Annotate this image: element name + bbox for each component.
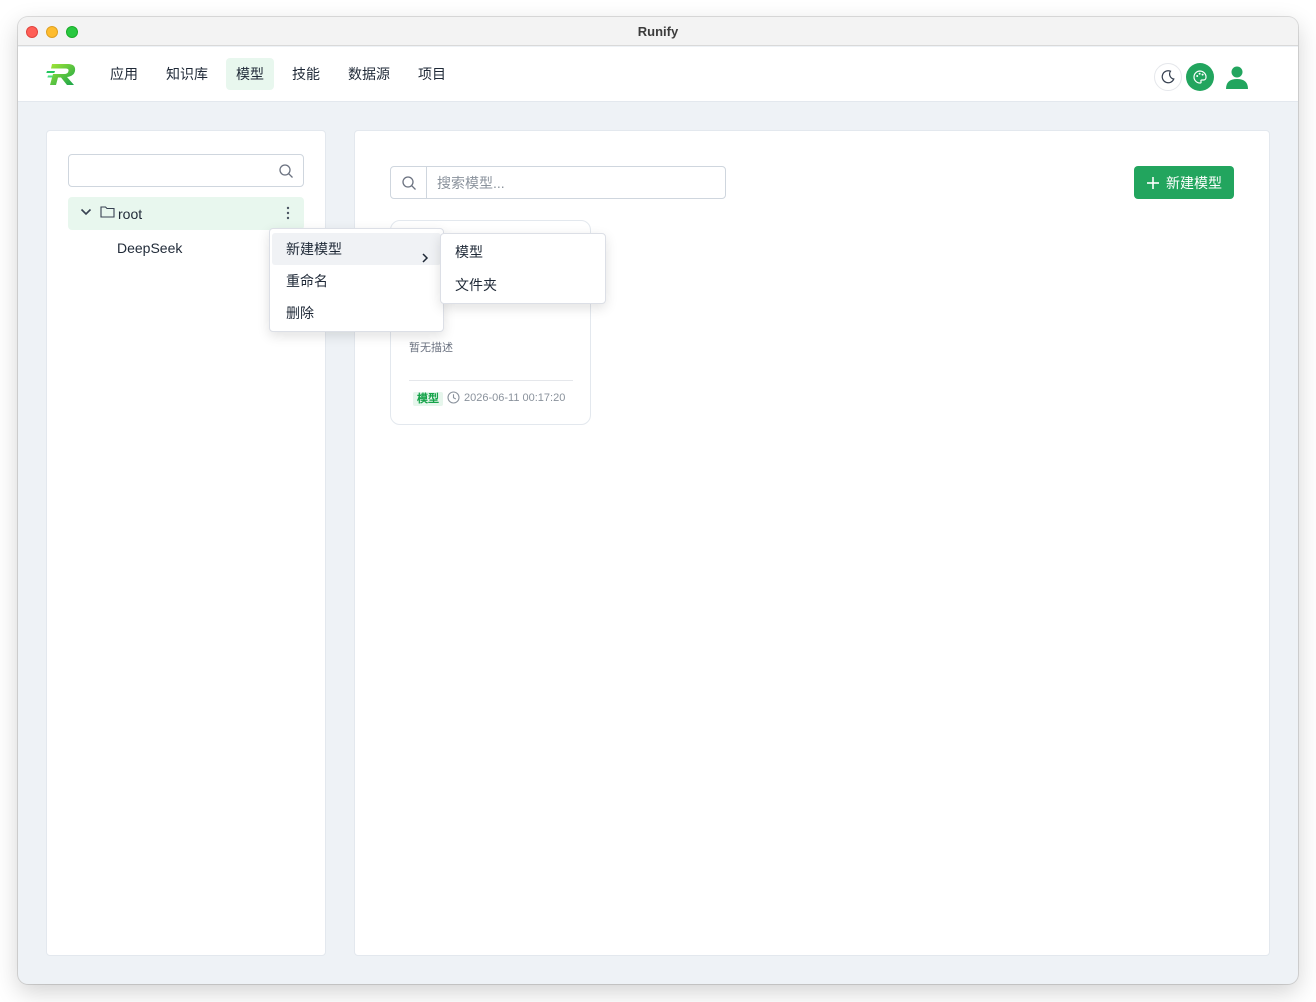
user-menu-button[interactable]: [1220, 60, 1254, 94]
submenu-item-model[interactable]: 模型: [441, 236, 605, 269]
new-model-button[interactable]: 新建模型: [1134, 166, 1234, 199]
folder-icon: [100, 205, 115, 223]
app-window: Runify 应用 知识库 模型 技能 数据源 项目 root DeepSeek…: [18, 17, 1298, 984]
tree-node-label: root: [118, 205, 143, 222]
window-controls: [26, 26, 78, 38]
search-icon: [278, 163, 294, 184]
menu-item-rename[interactable]: 重命名: [272, 265, 441, 297]
menu-item-new-model[interactable]: 新建模型: [272, 233, 441, 265]
new-model-button-label: 新建模型: [1166, 174, 1222, 191]
clock-icon: [447, 391, 460, 404]
main-nav: 应用 知识库 模型 技能 数据源 项目: [100, 58, 464, 90]
model-card-description: 暂无描述: [409, 342, 453, 354]
new-model-submenu: 模型 文件夹: [440, 233, 606, 304]
model-search-box: [390, 166, 726, 199]
model-search-input[interactable]: [427, 167, 725, 198]
menu-item-label: 重命名: [286, 273, 328, 289]
menu-item-label: 删除: [286, 305, 314, 321]
menu-item-label: 新建模型: [286, 241, 342, 257]
tree-search-input[interactable]: [68, 154, 304, 187]
user-icon: [1226, 66, 1248, 89]
submenu-item-folder[interactable]: 文件夹: [441, 269, 605, 302]
tree-node-deepseek[interactable]: DeepSeek: [117, 240, 182, 256]
model-type-badge: 模型: [413, 392, 443, 406]
nav-item-apps[interactable]: 应用: [100, 58, 148, 90]
top-navigation: 应用 知识库 模型 技能 数据源 项目: [18, 47, 1298, 102]
nav-actions: [1154, 60, 1254, 94]
timestamp-text: 2026-06-11 00:17:20: [464, 391, 566, 404]
palette-icon: [1193, 70, 1207, 84]
moon-icon: [1161, 70, 1175, 84]
runify-logo[interactable]: [46, 60, 80, 88]
nav-item-projects[interactable]: 项目: [408, 58, 456, 90]
close-window-button[interactable]: [26, 26, 38, 38]
plus-icon: [1147, 176, 1159, 189]
nav-item-models[interactable]: 模型: [226, 58, 274, 90]
card-divider: [409, 380, 573, 381]
title-bar: Runify: [18, 17, 1298, 46]
nav-item-knowledge-base[interactable]: 知识库: [156, 58, 218, 90]
theme-color-button[interactable]: [1186, 63, 1214, 91]
window-title: Runify: [637, 23, 679, 39]
model-card-timestamp: 2026-06-11 00:17:20: [447, 391, 565, 404]
theme-toggle-button[interactable]: [1154, 63, 1182, 91]
search-icon: [391, 167, 427, 198]
more-vertical-icon[interactable]: [286, 205, 290, 226]
nav-item-data-sources[interactable]: 数据源: [338, 58, 400, 90]
menu-item-delete[interactable]: 删除: [272, 297, 441, 329]
minimize-window-button[interactable]: [46, 26, 58, 38]
chevron-down-icon[interactable]: [80, 205, 92, 223]
nav-item-skills[interactable]: 技能: [282, 58, 330, 90]
maximize-window-button[interactable]: [66, 26, 78, 38]
tree-context-menu: 新建模型 重命名 删除: [269, 228, 444, 332]
tree-node-root[interactable]: root: [68, 197, 304, 230]
